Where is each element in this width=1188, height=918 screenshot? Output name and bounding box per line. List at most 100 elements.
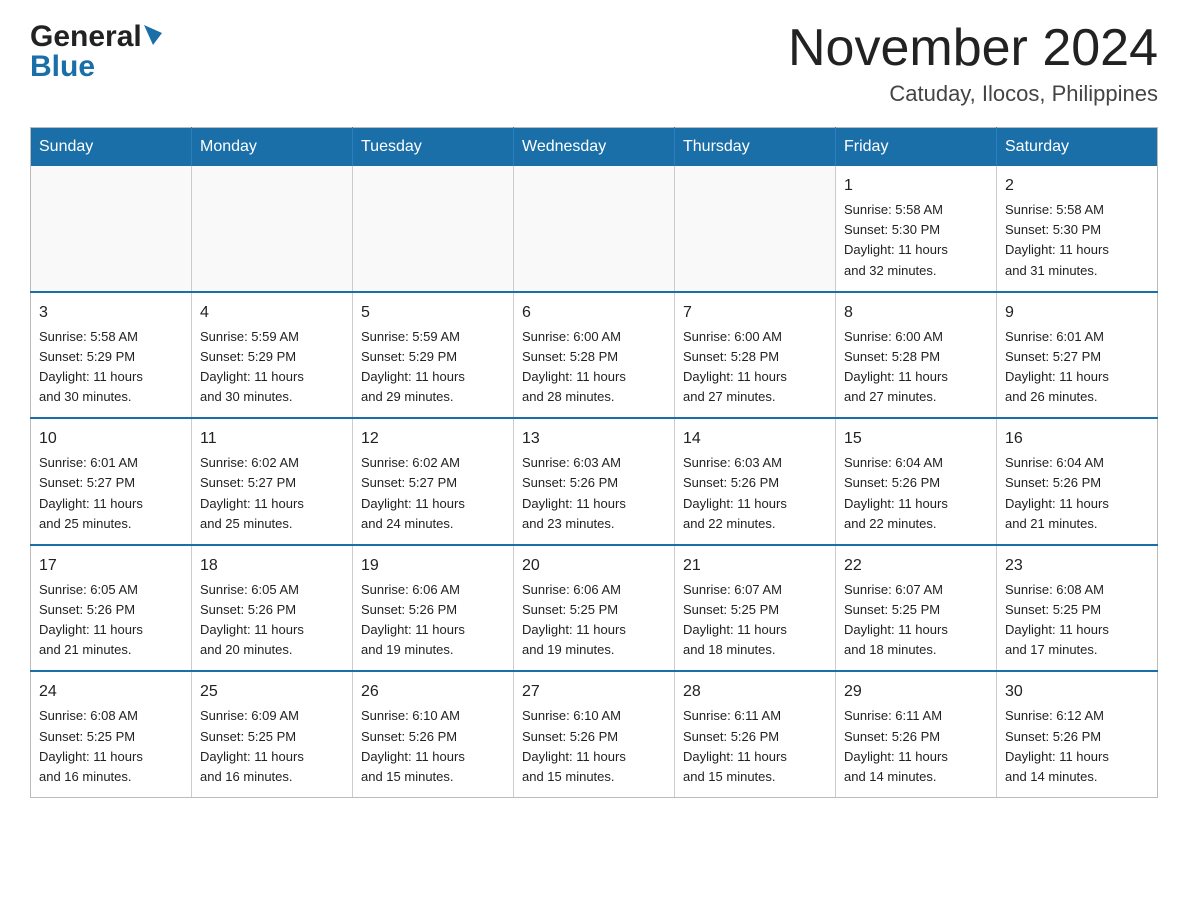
- calendar-cell: 25Sunrise: 6:09 AM Sunset: 5:25 PM Dayli…: [192, 671, 353, 797]
- calendar-table: SundayMondayTuesdayWednesdayThursdayFrid…: [30, 127, 1158, 798]
- day-info: Sunrise: 6:06 AM Sunset: 5:25 PM Dayligh…: [522, 580, 666, 661]
- calendar-cell: 6Sunrise: 6:00 AM Sunset: 5:28 PM Daylig…: [514, 292, 675, 419]
- day-info: Sunrise: 6:10 AM Sunset: 5:26 PM Dayligh…: [522, 706, 666, 787]
- logo: General Blue: [30, 20, 162, 84]
- weekday-header-saturday: Saturday: [997, 128, 1158, 167]
- day-number: 25: [200, 680, 344, 704]
- calendar-cell: 14Sunrise: 6:03 AM Sunset: 5:26 PM Dayli…: [675, 418, 836, 545]
- day-number: 14: [683, 427, 827, 451]
- calendar-cell: 2Sunrise: 5:58 AM Sunset: 5:30 PM Daylig…: [997, 166, 1158, 292]
- week-row-2: 3Sunrise: 5:58 AM Sunset: 5:29 PM Daylig…: [31, 292, 1158, 419]
- calendar-cell: 7Sunrise: 6:00 AM Sunset: 5:28 PM Daylig…: [675, 292, 836, 419]
- week-row-1: 1Sunrise: 5:58 AM Sunset: 5:30 PM Daylig…: [31, 166, 1158, 292]
- calendar-cell: 22Sunrise: 6:07 AM Sunset: 5:25 PM Dayli…: [836, 545, 997, 672]
- calendar-cell: 29Sunrise: 6:11 AM Sunset: 5:26 PM Dayli…: [836, 671, 997, 797]
- weekday-header-monday: Monday: [192, 128, 353, 167]
- calendar-cell: 10Sunrise: 6:01 AM Sunset: 5:27 PM Dayli…: [31, 418, 192, 545]
- day-number: 15: [844, 427, 988, 451]
- weekday-header-sunday: Sunday: [31, 128, 192, 167]
- day-info: Sunrise: 6:01 AM Sunset: 5:27 PM Dayligh…: [1005, 327, 1149, 408]
- day-number: 22: [844, 554, 988, 578]
- day-info: Sunrise: 5:58 AM Sunset: 5:30 PM Dayligh…: [844, 200, 988, 281]
- day-info: Sunrise: 5:59 AM Sunset: 5:29 PM Dayligh…: [200, 327, 344, 408]
- day-number: 2: [1005, 174, 1149, 198]
- day-info: Sunrise: 6:11 AM Sunset: 5:26 PM Dayligh…: [683, 706, 827, 787]
- calendar-cell: [514, 166, 675, 292]
- day-number: 13: [522, 427, 666, 451]
- logo-triangle-icon: [144, 25, 162, 45]
- day-number: 1: [844, 174, 988, 198]
- calendar-cell: 8Sunrise: 6:00 AM Sunset: 5:28 PM Daylig…: [836, 292, 997, 419]
- weekday-header-wednesday: Wednesday: [514, 128, 675, 167]
- day-number: 9: [1005, 301, 1149, 325]
- day-number: 29: [844, 680, 988, 704]
- day-info: Sunrise: 5:59 AM Sunset: 5:29 PM Dayligh…: [361, 327, 505, 408]
- calendar-cell: 19Sunrise: 6:06 AM Sunset: 5:26 PM Dayli…: [353, 545, 514, 672]
- calendar-cell: 23Sunrise: 6:08 AM Sunset: 5:25 PM Dayli…: [997, 545, 1158, 672]
- day-number: 10: [39, 427, 183, 451]
- calendar-cell: 18Sunrise: 6:05 AM Sunset: 5:26 PM Dayli…: [192, 545, 353, 672]
- day-number: 4: [200, 301, 344, 325]
- day-info: Sunrise: 6:03 AM Sunset: 5:26 PM Dayligh…: [683, 453, 827, 534]
- calendar-cell: 15Sunrise: 6:04 AM Sunset: 5:26 PM Dayli…: [836, 418, 997, 545]
- calendar-cell: 27Sunrise: 6:10 AM Sunset: 5:26 PM Dayli…: [514, 671, 675, 797]
- day-info: Sunrise: 6:07 AM Sunset: 5:25 PM Dayligh…: [844, 580, 988, 661]
- day-info: Sunrise: 6:00 AM Sunset: 5:28 PM Dayligh…: [683, 327, 827, 408]
- weekday-header-thursday: Thursday: [675, 128, 836, 167]
- calendar-cell: 20Sunrise: 6:06 AM Sunset: 5:25 PM Dayli…: [514, 545, 675, 672]
- calendar-cell: [31, 166, 192, 292]
- calendar-cell: 30Sunrise: 6:12 AM Sunset: 5:26 PM Dayli…: [997, 671, 1158, 797]
- calendar-cell: 26Sunrise: 6:10 AM Sunset: 5:26 PM Dayli…: [353, 671, 514, 797]
- calendar-cell: 16Sunrise: 6:04 AM Sunset: 5:26 PM Dayli…: [997, 418, 1158, 545]
- day-info: Sunrise: 6:01 AM Sunset: 5:27 PM Dayligh…: [39, 453, 183, 534]
- calendar-cell: 3Sunrise: 5:58 AM Sunset: 5:29 PM Daylig…: [31, 292, 192, 419]
- week-row-5: 24Sunrise: 6:08 AM Sunset: 5:25 PM Dayli…: [31, 671, 1158, 797]
- day-number: 5: [361, 301, 505, 325]
- day-info: Sunrise: 6:12 AM Sunset: 5:26 PM Dayligh…: [1005, 706, 1149, 787]
- calendar-cell: [192, 166, 353, 292]
- calendar-cell: 13Sunrise: 6:03 AM Sunset: 5:26 PM Dayli…: [514, 418, 675, 545]
- day-number: 11: [200, 427, 344, 451]
- day-number: 17: [39, 554, 183, 578]
- day-info: Sunrise: 6:07 AM Sunset: 5:25 PM Dayligh…: [683, 580, 827, 661]
- calendar-cell: 17Sunrise: 6:05 AM Sunset: 5:26 PM Dayli…: [31, 545, 192, 672]
- day-info: Sunrise: 6:00 AM Sunset: 5:28 PM Dayligh…: [844, 327, 988, 408]
- day-number: 8: [844, 301, 988, 325]
- day-number: 28: [683, 680, 827, 704]
- title-block: November 2024 Catuday, Ilocos, Philippin…: [788, 20, 1158, 107]
- day-info: Sunrise: 6:04 AM Sunset: 5:26 PM Dayligh…: [844, 453, 988, 534]
- day-number: 6: [522, 301, 666, 325]
- weekday-header-row: SundayMondayTuesdayWednesdayThursdayFrid…: [31, 128, 1158, 167]
- day-number: 12: [361, 427, 505, 451]
- week-row-3: 10Sunrise: 6:01 AM Sunset: 5:27 PM Dayli…: [31, 418, 1158, 545]
- day-info: Sunrise: 5:58 AM Sunset: 5:29 PM Dayligh…: [39, 327, 183, 408]
- day-number: 24: [39, 680, 183, 704]
- calendar-cell: 5Sunrise: 5:59 AM Sunset: 5:29 PM Daylig…: [353, 292, 514, 419]
- day-number: 7: [683, 301, 827, 325]
- day-info: Sunrise: 6:03 AM Sunset: 5:26 PM Dayligh…: [522, 453, 666, 534]
- calendar-cell: 21Sunrise: 6:07 AM Sunset: 5:25 PM Dayli…: [675, 545, 836, 672]
- day-info: Sunrise: 6:04 AM Sunset: 5:26 PM Dayligh…: [1005, 453, 1149, 534]
- day-info: Sunrise: 6:08 AM Sunset: 5:25 PM Dayligh…: [1005, 580, 1149, 661]
- day-info: Sunrise: 6:05 AM Sunset: 5:26 PM Dayligh…: [39, 580, 183, 661]
- weekday-header-friday: Friday: [836, 128, 997, 167]
- calendar-cell: 9Sunrise: 6:01 AM Sunset: 5:27 PM Daylig…: [997, 292, 1158, 419]
- day-number: 20: [522, 554, 666, 578]
- day-info: Sunrise: 6:00 AM Sunset: 5:28 PM Dayligh…: [522, 327, 666, 408]
- month-title: November 2024: [788, 20, 1158, 77]
- location-title: Catuday, Ilocos, Philippines: [788, 81, 1158, 107]
- calendar-cell: 24Sunrise: 6:08 AM Sunset: 5:25 PM Dayli…: [31, 671, 192, 797]
- calendar-cell: [353, 166, 514, 292]
- day-info: Sunrise: 6:08 AM Sunset: 5:25 PM Dayligh…: [39, 706, 183, 787]
- day-number: 30: [1005, 680, 1149, 704]
- day-info: Sunrise: 6:11 AM Sunset: 5:26 PM Dayligh…: [844, 706, 988, 787]
- day-number: 23: [1005, 554, 1149, 578]
- day-info: Sunrise: 6:02 AM Sunset: 5:27 PM Dayligh…: [200, 453, 344, 534]
- day-info: Sunrise: 6:09 AM Sunset: 5:25 PM Dayligh…: [200, 706, 344, 787]
- logo-general-text: General: [30, 20, 142, 54]
- logo-blue-text: Blue: [30, 50, 95, 84]
- calendar-cell: 11Sunrise: 6:02 AM Sunset: 5:27 PM Dayli…: [192, 418, 353, 545]
- day-number: 19: [361, 554, 505, 578]
- calendar-cell: [675, 166, 836, 292]
- day-info: Sunrise: 6:06 AM Sunset: 5:26 PM Dayligh…: [361, 580, 505, 661]
